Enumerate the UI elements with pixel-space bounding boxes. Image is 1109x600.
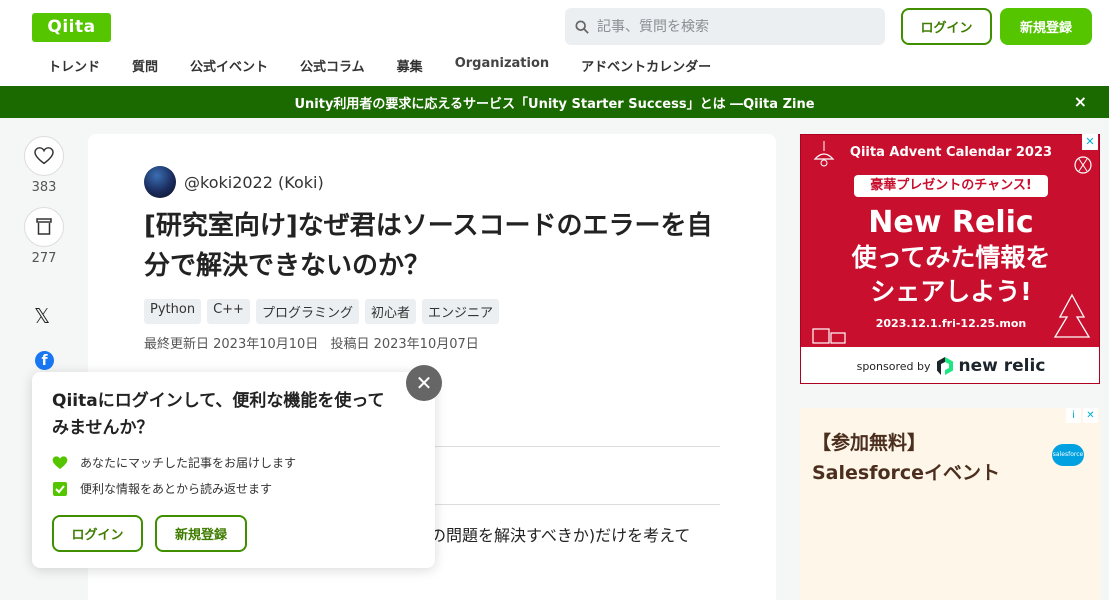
avatar[interactable]	[144, 166, 176, 198]
posted-date: 投稿日 2023年10月07日	[330, 337, 479, 352]
article-dates: 最終更新日 2023年10月10日 投稿日 2023年10月07日	[144, 333, 487, 352]
login-button[interactable]: ログイン	[901, 8, 992, 45]
ad2-controls: i ✕	[1066, 408, 1098, 423]
nav-item-advent-calendar[interactable]: アドベントカレンダー	[565, 56, 727, 78]
ad2-line1: 【参加無料】	[812, 432, 927, 454]
ad-pill: 豪華プレゼントのチャンス!	[854, 175, 1048, 197]
nav-item-questions[interactable]: 質問	[116, 56, 174, 78]
stock-button[interactable]	[24, 207, 64, 247]
search-box[interactable]	[565, 8, 885, 45]
new-relic-brand: new relic	[958, 356, 1046, 376]
nav-item-recruitment[interactable]: 募集	[381, 56, 439, 78]
popup-signup-button[interactable]: 新規登録	[155, 515, 247, 552]
stock-icon	[36, 218, 52, 235]
divider	[432, 504, 720, 505]
nav-item-official-columns[interactable]: 公式コラム	[284, 56, 381, 78]
tag-list: Python C++ プログラミング 初心者 エンジニア	[144, 299, 499, 324]
popup-benefit-2-text: 便利な情報をあとから読み返せます	[80, 482, 273, 496]
nav-item-organization[interactable]: Organization	[439, 56, 565, 78]
tag-cpp[interactable]: C++	[207, 299, 250, 324]
signup-button[interactable]: 新規登録	[1000, 8, 1092, 45]
like-count: 383	[31, 180, 57, 195]
article-body-text: の問題を解決すべきか)だけを考えて	[430, 526, 691, 545]
ad-info-icon[interactable]: i	[1066, 408, 1081, 423]
popup-benefit-1-text: あなたにマッチした記事をお届けします	[80, 456, 297, 470]
new-relic-logo-icon	[936, 357, 953, 375]
author-name[interactable]: @koki2022 (Koki)	[184, 173, 324, 192]
popup-benefit-1: あなたにマッチした記事をお届けします	[52, 454, 296, 471]
author-info[interactable]: @koki2022 (Koki)	[144, 166, 324, 198]
updated-date: 最終更新日 2023年10月10日	[144, 337, 319, 352]
ad-title: Qiita Advent Calendar 2023	[849, 145, 1053, 160]
ad-subheadline-line1: 使ってみた情報を	[851, 243, 1051, 272]
nav-item-trend[interactable]: トレンド	[32, 56, 116, 78]
heart-icon	[52, 455, 68, 469]
tag-programming[interactable]: プログラミング	[255, 299, 359, 324]
main-nav: トレンド 質問 公式イベント 公式コラム 募集 Organization アドベ…	[32, 56, 727, 78]
facebook-share-icon[interactable]: f	[35, 351, 54, 370]
advent-calendar-ad[interactable]: Qiita Advent Calendar 2023 豪華プレゼントのチャンス!…	[800, 134, 1100, 384]
site-header: Qiita ログイン 新規登録 トレンド 質問 公式イベント 公式コラム 募集 …	[0, 0, 1109, 86]
qiita-logo[interactable]: Qiita	[32, 13, 111, 42]
ad-sponsor: sponsored by new relic	[801, 347, 1099, 383]
stock-check-icon	[53, 481, 67, 496]
ad-close-icon[interactable]: ✕	[1083, 408, 1098, 423]
like-button[interactable]	[24, 136, 64, 176]
tag-engineer[interactable]: エンジニア	[421, 299, 499, 324]
popup-benefit-2: 便利な情報をあとから読み返せます	[52, 480, 272, 497]
divider	[432, 446, 720, 447]
tag-python[interactable]: Python	[144, 299, 202, 324]
social-sidebar: 383 277 𝕏 f B! •••	[24, 136, 64, 462]
tag-beginner[interactable]: 初心者	[364, 299, 416, 324]
search-icon	[575, 19, 589, 34]
banner-text[interactable]: Unity利用者の要求に応えるサービス「Unity Starter Succes…	[294, 93, 814, 112]
sponsored-by-label: sponsored by	[856, 359, 931, 373]
salesforce-logo: salesforce	[1052, 444, 1084, 466]
article-title: [研究室向け]なぜ君はソースコードのエラーを自分で解決できないのか？	[144, 211, 713, 281]
popup-login-button[interactable]: ログイン	[52, 515, 143, 552]
ad-dates: 2023.12.1.fri-12.25.mon	[875, 317, 1027, 330]
banner-close-icon[interactable]: ×	[1074, 92, 1087, 111]
search-input[interactable]	[597, 18, 857, 35]
ad2-line2: Salesforceイベント	[812, 462, 1001, 484]
salesforce-ad[interactable]: 【参加無料】 Salesforceイベント salesforce	[800, 408, 1100, 600]
ad-headline: New Relic	[868, 205, 1034, 240]
announcement-banner[interactable]: Unity利用者の要求に応えるサービス「Unity Starter Succes…	[0, 86, 1109, 118]
popup-close-button[interactable]: ✕	[406, 365, 442, 401]
heart-icon	[34, 147, 54, 165]
popup-title: Qiitaにログインして、便利な機能を使ってみませんか？	[52, 391, 385, 438]
nav-item-official-events[interactable]: 公式イベント	[174, 56, 284, 78]
x-share-icon[interactable]: 𝕏	[34, 304, 50, 328]
stock-count: 277	[31, 251, 57, 266]
ad-close-icon[interactable]: ✕	[1082, 134, 1098, 150]
login-prompt-popup: Qiitaにログインして、便利な機能を使ってみませんか？ あなたにマッチした記事…	[32, 372, 435, 568]
